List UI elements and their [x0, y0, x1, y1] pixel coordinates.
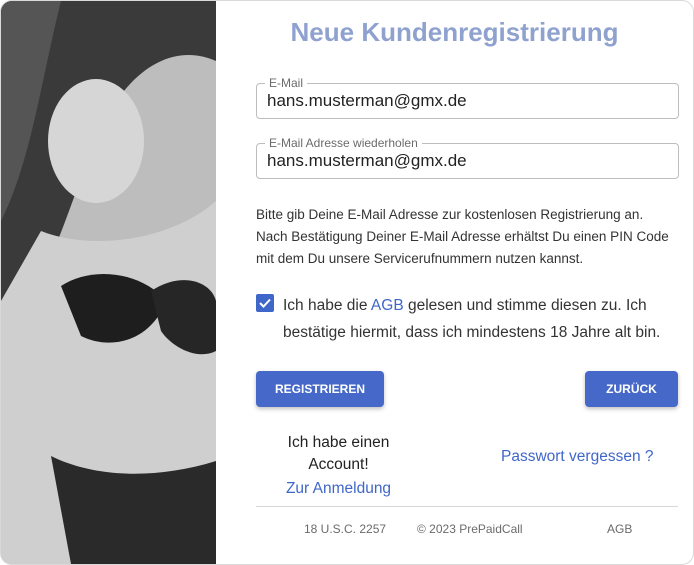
account-section: Ich habe einen Account! Zur Anmeldung: [256, 432, 421, 502]
footer-divider: [256, 506, 678, 507]
page-title: Neue Kundenregistrierung: [290, 17, 619, 47]
agb-link[interactable]: AGB: [371, 297, 404, 314]
login-link[interactable]: Zur Anmeldung: [256, 476, 421, 502]
info-line: mit dem Du unsere Servicerufnummern nutz…: [256, 251, 584, 266]
info-line: Nach Bestätigung Deiner E-Mail Adresse e…: [256, 229, 669, 244]
forgot-password-link[interactable]: Passwort vergessen ?: [501, 448, 654, 466]
info-line: Bitte gib Deine E-Mail Adresse zur koste…: [256, 207, 644, 222]
email-repeat-field[interactable]: E-Mail Adresse wiederholen: [256, 136, 679, 179]
info-text: Bitte gib Deine E-Mail Adresse zur koste…: [256, 204, 686, 270]
model-photo: [1, 1, 216, 564]
email-input[interactable]: [267, 90, 662, 112]
email-label: E-Mail: [265, 76, 308, 90]
checkmark-icon: [259, 298, 271, 308]
terms-checkbox[interactable]: [256, 294, 274, 312]
email-repeat-input[interactable]: [267, 150, 662, 172]
footer-agb-link[interactable]: AGB: [607, 522, 632, 536]
register-button[interactable]: REGISTRIEREN: [256, 371, 384, 407]
terms-text-before: Ich habe die: [283, 297, 371, 314]
account-text: Ich habe einen Account!: [287, 434, 390, 473]
terms-text: Ich habe die AGB gelesen und stimme dies…: [283, 292, 688, 346]
usc-link[interactable]: 18 U.S.C. 2257: [304, 522, 386, 536]
back-button[interactable]: ZURÜCK: [585, 371, 678, 407]
copyright-text: © 2023 PrePaidCall: [417, 522, 523, 536]
registration-card: Neue Kundenregistrierung E-Mail E-Mail A…: [0, 0, 694, 565]
registration-form: Neue Kundenregistrierung E-Mail E-Mail A…: [216, 1, 693, 564]
email-repeat-label: E-Mail Adresse wiederholen: [265, 136, 422, 150]
email-field[interactable]: E-Mail: [256, 76, 679, 119]
